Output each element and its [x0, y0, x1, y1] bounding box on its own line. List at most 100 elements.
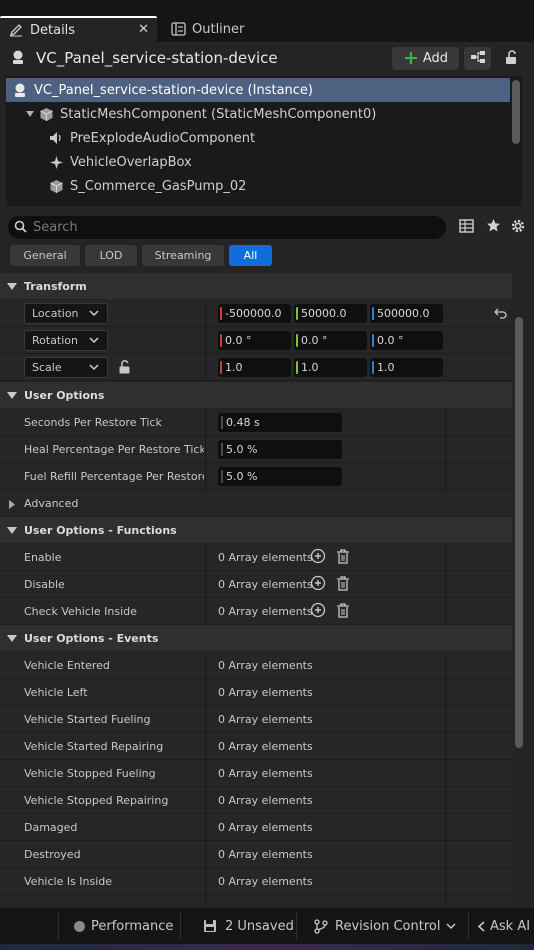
- location-z-field[interactable]: 500000.0: [370, 304, 443, 323]
- scale-y-field[interactable]: 1.0: [294, 358, 367, 377]
- property-row-vehicle-is-inside: Vehicle Is Inside 0 Array elements: [0, 868, 512, 895]
- expand-arrow-icon[interactable]: [26, 111, 38, 117]
- filter-general[interactable]: General: [10, 245, 80, 266]
- category-user-options[interactable]: User Options: [0, 382, 512, 408]
- favorites-button[interactable]: [484, 218, 502, 236]
- seconds-per-restore-tick-field[interactable]: 0.48 s: [218, 413, 342, 432]
- dropdown-label: Rotation: [32, 334, 79, 347]
- column-divider: [205, 895, 206, 908]
- property-scrollbar[interactable]: [515, 317, 523, 748]
- tab-details[interactable]: Details ✕: [0, 16, 157, 42]
- trash-icon[interactable]: [336, 575, 350, 594]
- property-row-vehicle-started-fueling: Vehicle Started Fueling 0 Array elements: [0, 706, 512, 733]
- property-label: Vehicle Entered: [24, 659, 110, 672]
- add-element-icon[interactable]: [310, 602, 326, 621]
- tree-item-overlapbox[interactable]: VehicleOverlapBox: [6, 150, 510, 174]
- rotation-y-field[interactable]: 0.0 °: [294, 331, 367, 350]
- tree-item-audio[interactable]: PreExplodeAudioComponent: [6, 126, 510, 150]
- scale-z-field[interactable]: 1.0: [370, 358, 443, 377]
- tree-item-label: StaticMeshComponent (StaticMeshComponent…: [60, 106, 377, 122]
- category-user-options-functions[interactable]: User Options - Functions: [0, 517, 512, 543]
- tab-outliner[interactable]: Outliner: [162, 16, 292, 42]
- settings-button[interactable]: [509, 218, 527, 236]
- rotation-z-field[interactable]: 0.0 °: [370, 331, 443, 350]
- tree-item-instance[interactable]: VC_Panel_service-station-device (Instanc…: [6, 78, 510, 102]
- property-row-vehicle-entered: Vehicle Entered 0 Array elements: [0, 652, 512, 679]
- scale-x-field[interactable]: 1.0: [218, 358, 291, 377]
- trash-icon[interactable]: [336, 548, 350, 567]
- property-row-vehicle-started-repairing: Vehicle Started Repairing 0 Array elemen…: [0, 733, 512, 760]
- dropdown-label: Scale: [32, 361, 62, 374]
- column-divider: [205, 409, 206, 436]
- blueprint-button[interactable]: [464, 47, 491, 70]
- property-row-heal-percentage: Heal Percentage Per Restore Tick 5.0 %: [0, 436, 512, 463]
- chevron-down-icon: [89, 308, 99, 321]
- property-row-seconds-per-restore-tick: Seconds Per Restore Tick 0.48 s: [0, 409, 512, 436]
- scale-lock-icon[interactable]: [118, 360, 131, 377]
- scale-mode-dropdown[interactable]: Scale: [24, 357, 108, 378]
- revision-control-label: Revision Control: [335, 918, 441, 934]
- performance-button[interactable]: Performance: [74, 908, 173, 944]
- actor-icon: [12, 82, 28, 98]
- array-count: 0 Array elements: [218, 821, 313, 834]
- column-divider: [445, 679, 446, 706]
- array-count: 0 Array elements: [218, 875, 313, 888]
- lock-button[interactable]: [500, 47, 522, 70]
- category-transform[interactable]: Transform: [0, 273, 512, 299]
- heal-percentage-field[interactable]: 5.0 %: [218, 440, 342, 459]
- column-divider: [445, 787, 446, 814]
- tree-item-staticmesh[interactable]: StaticMeshComponent (StaticMeshComponent…: [6, 102, 510, 126]
- property-label: Vehicle Started Fueling: [24, 713, 151, 726]
- property-list: Transform Location -500000.0 50000.0 500…: [0, 273, 512, 908]
- array-actions: [310, 602, 350, 621]
- category-user-options-events[interactable]: User Options - Events: [0, 625, 512, 651]
- rotation-x-field[interactable]: 0.0 °: [218, 331, 291, 350]
- filter-lod[interactable]: LOD: [85, 245, 137, 266]
- fuel-refill-percentage-field[interactable]: 5.0 %: [218, 467, 342, 486]
- column-divider: [445, 571, 446, 598]
- column-divider: [205, 327, 206, 354]
- column-divider: [445, 868, 446, 895]
- location-mode-dropdown[interactable]: Location: [24, 303, 108, 324]
- search-box[interactable]: Search: [8, 216, 446, 239]
- array-count: 0 Array elements: [218, 551, 313, 564]
- tree-scrollbar[interactable]: [512, 80, 520, 144]
- reset-to-default-icon[interactable]: [494, 307, 508, 322]
- tree-item-gaspump[interactable]: S_Commerce_GasPump_02: [6, 174, 510, 198]
- column-divider: [205, 706, 206, 733]
- status-dot-icon: [74, 920, 85, 932]
- filter-all[interactable]: All: [229, 245, 272, 266]
- location-x-field[interactable]: -500000.0: [218, 304, 291, 323]
- cube-icon: [38, 106, 54, 122]
- add-element-icon[interactable]: [310, 548, 326, 567]
- revision-control-button[interactable]: Revision Control: [314, 908, 456, 944]
- performance-label: Performance: [91, 918, 174, 934]
- advanced-section-toggle[interactable]: Advanced: [0, 490, 512, 517]
- column-divider: [445, 598, 446, 625]
- ask-ai-button[interactable]: Ask AI: [478, 908, 530, 944]
- blueprint-hierarchy-icon: [470, 50, 486, 67]
- column-divider: [445, 463, 446, 490]
- rotation-mode-dropdown[interactable]: Rotation: [24, 330, 108, 351]
- column-divider: [205, 544, 206, 571]
- unsaved-button[interactable]: 2 Unsaved: [203, 908, 294, 944]
- branch-icon: [314, 918, 328, 934]
- array-actions: [310, 548, 350, 567]
- chevron-down-icon: [446, 922, 456, 930]
- add-component-button[interactable]: + Add: [392, 47, 459, 70]
- trash-icon[interactable]: [336, 602, 350, 621]
- details-panel: VC_Panel_service-station-device + Add VC…: [0, 42, 534, 908]
- property-label: Check Vehicle Inside: [24, 605, 137, 618]
- location-y-field[interactable]: 50000.0: [294, 304, 367, 323]
- component-tree[interactable]: VC_Panel_service-station-device (Instanc…: [6, 76, 522, 206]
- property-row-vehicle-left: Vehicle Left 0 Array elements: [0, 679, 512, 706]
- filter-streaming[interactable]: Streaming: [142, 245, 224, 266]
- column-divider: [445, 733, 446, 760]
- property-label: Vehicle Started Repairing: [24, 740, 164, 753]
- unlock-icon: [504, 49, 518, 68]
- property-matrix-button[interactable]: [457, 218, 475, 236]
- add-element-icon[interactable]: [310, 575, 326, 594]
- close-icon[interactable]: ✕: [138, 22, 149, 37]
- ask-ai-label: Ask AI: [490, 918, 531, 934]
- search-input[interactable]: Search: [33, 220, 78, 235]
